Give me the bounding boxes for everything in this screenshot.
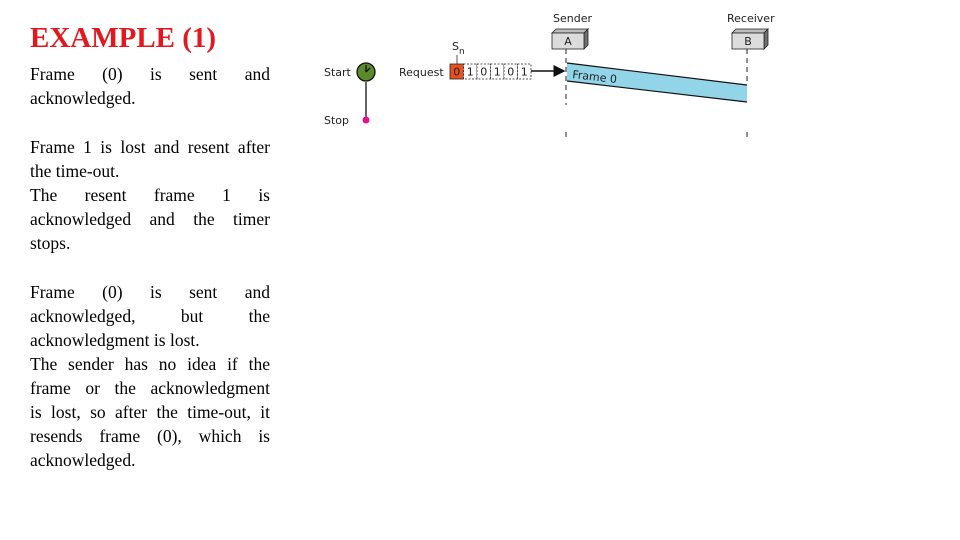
sequence-number: 1 <box>521 66 528 79</box>
request-label: Request <box>399 66 444 79</box>
receiver-box-label: B <box>744 35 752 48</box>
receiver-box: B <box>731 28 769 50</box>
clock-icon <box>356 62 376 82</box>
sequence-window: 010101 <box>449 63 532 80</box>
stop-dot-icon <box>362 116 370 124</box>
sequence-number: 1 <box>467 66 474 79</box>
sequence-number: 1 <box>494 66 501 79</box>
sn-subscript: n <box>459 47 465 57</box>
sender-role-label: Sender <box>553 12 592 25</box>
sn-label: Sn <box>452 40 465 57</box>
sender-box: A <box>551 28 589 50</box>
stop-and-wait-diagram: Start Stop Request Sn 010101 Sender A Re… <box>324 12 775 137</box>
sender-box-label: A <box>564 35 572 48</box>
timer-stop-label: Stop <box>324 114 349 127</box>
sn-letter: S <box>452 40 459 53</box>
sequence-number: 0 <box>480 66 487 79</box>
sequence-number: 0 <box>453 66 460 79</box>
timer-start-label: Start <box>324 66 352 79</box>
sequence-number: 0 <box>507 66 514 79</box>
receiver-role-label: Receiver <box>727 12 775 25</box>
